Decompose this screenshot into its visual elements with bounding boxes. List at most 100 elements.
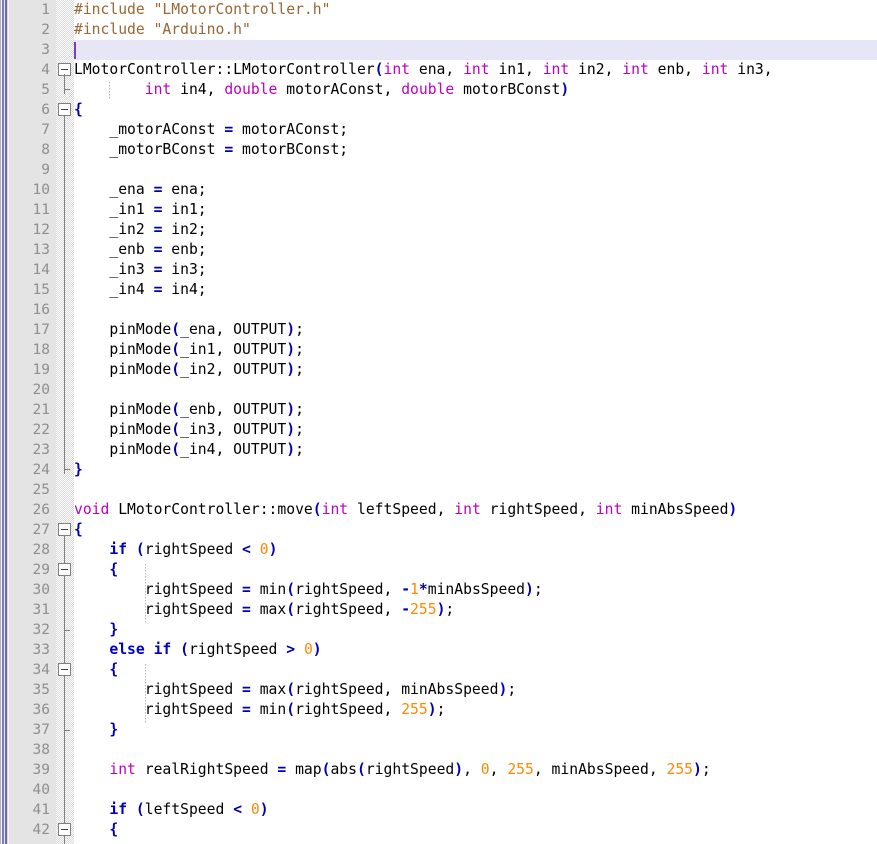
code-token-id: pinMode xyxy=(74,321,172,338)
code-token-id: _in1, OUTPUT xyxy=(180,341,287,358)
code-line[interactable]: } xyxy=(74,460,877,480)
code-line[interactable]: if (leftSpeed < 0) xyxy=(74,800,877,820)
code-line[interactable] xyxy=(74,40,877,60)
code-token-kw: int xyxy=(454,501,481,518)
code-line[interactable]: _in1 = in1; xyxy=(74,200,877,220)
code-token-id: min xyxy=(250,701,287,718)
code-token-id: map xyxy=(286,761,322,778)
code-token-id: ; xyxy=(295,341,304,358)
code-line[interactable]: #include "LMotorController.h" xyxy=(74,0,877,20)
code-line[interactable] xyxy=(74,780,877,800)
code-token-id xyxy=(74,621,109,638)
code-token-id: rightSpeed, xyxy=(295,581,402,598)
code-line[interactable]: { xyxy=(74,560,877,580)
fold-collapse-icon[interactable] xyxy=(58,103,71,116)
code-folding-column[interactable] xyxy=(56,0,74,844)
code-token-op: } xyxy=(74,461,83,478)
code-line[interactable]: { xyxy=(74,660,877,680)
code-token-kw: double xyxy=(401,81,455,98)
code-token-id: rightSpeed xyxy=(74,701,243,718)
code-line[interactable]: int realRightSpeed = map(abs(rightSpeed)… xyxy=(74,760,877,780)
code-line[interactable]: pinMode(_in1, OUTPUT); xyxy=(74,340,877,360)
code-line[interactable]: } xyxy=(74,720,877,740)
code-token-num: 255 xyxy=(401,701,428,718)
line-number: 2 xyxy=(41,22,50,38)
code-line[interactable]: rightSpeed = min(rightSpeed, 255); xyxy=(74,700,877,720)
code-token-op: ) xyxy=(525,581,534,598)
code-line[interactable]: _in4 = in4; xyxy=(74,280,877,300)
code-line[interactable]: void LMotorController::move(int leftSpee… xyxy=(74,500,877,520)
code-token-op: ( xyxy=(286,601,296,618)
fold-branch-tick xyxy=(64,630,70,631)
code-line[interactable]: _motorAConst = motorAConst; xyxy=(74,120,877,140)
code-token-op: ( xyxy=(356,761,366,778)
code-line[interactable]: #include "Arduino.h" xyxy=(74,20,877,40)
code-line[interactable]: pinMode(_in4, OUTPUT); xyxy=(74,440,877,460)
code-line[interactable]: pinMode(_enb, OUTPUT); xyxy=(74,400,877,420)
code-token-id: , xyxy=(489,761,508,778)
code-line[interactable]: int in4, double motorAConst, double moto… xyxy=(74,80,877,100)
code-token-kw: int xyxy=(701,61,729,78)
code-line[interactable] xyxy=(74,480,877,500)
fold-collapse-icon[interactable] xyxy=(58,663,71,676)
code-token-op: ) xyxy=(728,501,738,518)
code-line[interactable] xyxy=(74,160,877,180)
code-line[interactable]: _enb = enb; xyxy=(74,240,877,260)
line-number: 6 xyxy=(41,102,50,118)
code-line[interactable]: } xyxy=(74,620,877,640)
code-line[interactable]: { xyxy=(74,100,877,120)
code-token-id: rightSpeed xyxy=(74,601,243,618)
code-line[interactable]: rightSpeed = min(rightSpeed, -1*minAbsSp… xyxy=(74,580,877,600)
fold-guide-line xyxy=(64,114,65,474)
fold-collapse-icon[interactable] xyxy=(58,523,71,536)
code-token-id: _motorBConst xyxy=(74,141,225,158)
line-number: 42 xyxy=(32,822,50,838)
code-token-id: LMotorController::move xyxy=(109,501,313,518)
code-line[interactable]: rightSpeed = max(rightSpeed, minAbsSpeed… xyxy=(74,680,877,700)
code-token-id: rightSpeed xyxy=(74,581,243,598)
code-token-id: _enb, OUTPUT xyxy=(180,401,287,418)
code-token-kw: int xyxy=(595,501,623,518)
code-token-op: ( xyxy=(171,321,181,338)
code-line[interactable]: LMotorController::LMotorController(int e… xyxy=(74,60,877,80)
code-token-id: motorAConst; xyxy=(233,121,349,138)
code-line[interactable]: pinMode(_in3, OUTPUT); xyxy=(74,420,877,440)
code-line[interactable]: rightSpeed = max(rightSpeed, -255); xyxy=(74,600,877,620)
code-token-id: ; xyxy=(701,761,711,778)
code-editor[interactable]: 1 2 3 4 5 6 7 8 9 10 11 12 13 14 15 16 17 18 19 20 21 22 23 24 2… xyxy=(0,0,877,844)
code-line[interactable]: if (rightSpeed < 0) xyxy=(74,540,877,560)
code-token-op: ) xyxy=(268,541,278,558)
code-token-id: ; xyxy=(436,701,446,718)
code-line[interactable]: _in2 = in2; xyxy=(74,220,877,240)
code-token-id xyxy=(251,541,260,558)
line-number: 16 xyxy=(32,302,50,318)
code-line[interactable]: else if (rightSpeed > 0) xyxy=(74,640,877,660)
code-token-id xyxy=(74,721,109,738)
code-token-id: in4; xyxy=(162,281,207,298)
code-token-op: ) xyxy=(312,641,322,658)
code-line[interactable] xyxy=(74,300,877,320)
code-token-op: ( xyxy=(135,801,145,818)
code-line[interactable] xyxy=(74,380,877,400)
fold-collapse-icon[interactable] xyxy=(58,823,71,836)
code-token-id: ena; xyxy=(162,181,207,198)
code-token-id: rightSpeed, xyxy=(295,601,402,618)
code-token-id: motorBConst; xyxy=(233,141,349,158)
code-line[interactable]: pinMode(_ena, OUTPUT); xyxy=(74,320,877,340)
code-line[interactable]: { xyxy=(74,520,877,540)
code-line[interactable] xyxy=(74,740,877,760)
code-line[interactable]: pinMode(_in2, OUTPUT); xyxy=(74,360,877,380)
code-token-id: pinMode xyxy=(74,441,172,458)
fold-collapse-icon[interactable] xyxy=(58,563,71,576)
code-token-op: } xyxy=(109,621,119,638)
code-line[interactable]: { xyxy=(74,820,877,840)
code-line[interactable]: _in3 = in3; xyxy=(74,260,877,280)
code-token-num: 0 xyxy=(250,801,260,818)
code-line[interactable]: _motorBConst = motorBConst; xyxy=(74,140,877,160)
line-number-gutter[interactable]: 1 2 3 4 5 6 7 8 9 10 11 12 13 14 15 16 17 18 19 20 21 22 23 24 2… xyxy=(9,0,56,844)
code-token-kw: int xyxy=(321,501,349,518)
code-text-area[interactable]: #include "LMotorController.h" #include "A… xyxy=(74,0,877,844)
code-token-kw: int xyxy=(542,61,570,78)
code-line[interactable]: _ena = ena; xyxy=(74,180,877,200)
code-token-id: max xyxy=(250,681,287,698)
